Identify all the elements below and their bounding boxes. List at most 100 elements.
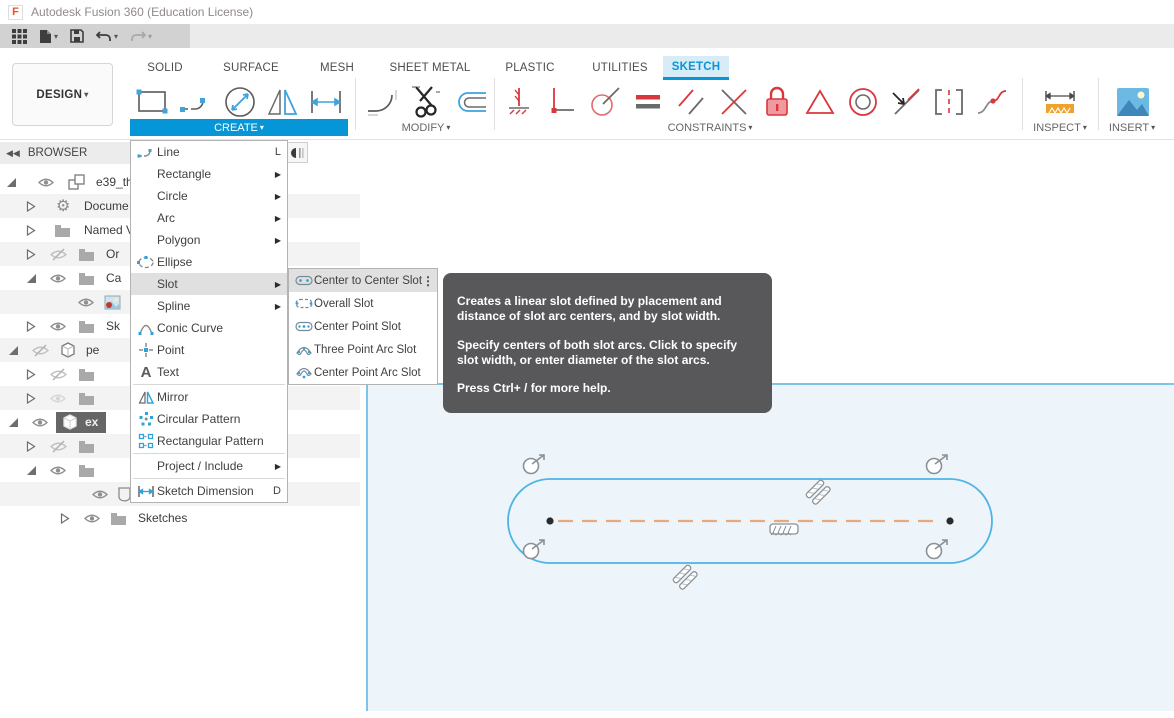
circle-tool-button[interactable] [220, 82, 260, 122]
equal-constraint-button[interactable] [629, 82, 667, 122]
eye-hidden-icon[interactable] [50, 368, 67, 381]
collapsed-triangle-icon[interactable] [26, 441, 36, 452]
menu-item-mirror[interactable]: Mirror [131, 386, 287, 408]
tab-utilities[interactable]: UTILITIES [577, 56, 663, 80]
undo-button[interactable]: ▾ [92, 25, 122, 47]
save-button[interactable] [66, 25, 88, 47]
menu-item-line[interactable]: Line L [131, 141, 287, 163]
eye-dim-icon[interactable] [50, 393, 66, 404]
collapsed-triangle-icon[interactable] [60, 513, 70, 524]
menu-item-slot[interactable]: Slot [131, 273, 287, 295]
mirror-tool-button[interactable] [263, 82, 303, 122]
eye-hidden-icon[interactable] [32, 344, 49, 357]
menu-item-circular-pattern[interactable]: Circular Pattern [131, 408, 287, 430]
collapsed-triangle-icon[interactable] [26, 201, 36, 212]
menu-item-rectangular-pattern[interactable]: Rectangular Pattern [131, 430, 287, 452]
eye-visible-icon[interactable] [50, 465, 66, 476]
create-group-dropdown[interactable]: CREATE ▾ [130, 119, 348, 136]
eye-visible-icon[interactable] [38, 177, 54, 188]
symmetry-constraint-button[interactable] [930, 82, 968, 122]
eye-hidden-icon[interactable] [50, 440, 67, 453]
eye-visible-icon[interactable] [92, 489, 108, 500]
tangent-constraint-badge[interactable] [927, 455, 948, 474]
sketch-viewport[interactable] [366, 383, 1174, 711]
app-grid-icon[interactable] [8, 25, 31, 47]
submenu-item-center-point-slot[interactable]: Center Point Slot [289, 315, 437, 338]
tangent-constraint-badge[interactable] [524, 540, 545, 559]
midpoint-constraint-button[interactable] [801, 82, 839, 122]
browser-item-sketches[interactable]: Sketches [0, 506, 360, 530]
collinear-constraint-button[interactable] [887, 82, 925, 122]
offset-tool-button[interactable] [450, 82, 490, 122]
submenu-item-center-to-center-slot[interactable]: Center to Center Slot ⋮ [289, 269, 437, 292]
expanded-triangle-icon[interactable] [8, 345, 19, 356]
slot-arc-center-right[interactable] [946, 517, 953, 524]
eye-visible-icon[interactable] [50, 321, 66, 332]
fillet-tool-button[interactable] [362, 82, 402, 122]
dimension-tool-button[interactable] [306, 82, 346, 122]
expanded-triangle-icon[interactable] [6, 177, 17, 188]
expanded-triangle-icon[interactable] [8, 417, 19, 428]
parallel-constraint-badge[interactable] [805, 479, 831, 505]
tab-solid[interactable]: SOLID [125, 56, 205, 80]
menu-item-conic-curve[interactable]: Conic Curve [131, 317, 287, 339]
horizontal-vertical-constraint-button[interactable] [543, 82, 581, 122]
rectangle-tool-button[interactable] [132, 82, 172, 122]
insert-image-tool-button[interactable] [1113, 82, 1153, 122]
menu-item-arc[interactable]: Arc [131, 207, 287, 229]
expanded-triangle-icon[interactable] [26, 465, 37, 476]
coincident-constraint-button[interactable] [500, 82, 538, 122]
tangent-constraint-badge[interactable] [524, 455, 545, 474]
parallel-constraint-button[interactable] [672, 82, 710, 122]
tangent-constraint-button[interactable] [586, 82, 624, 122]
trim-tool-button[interactable] [406, 82, 446, 122]
tab-sketch[interactable]: SKETCH [663, 56, 729, 80]
eye-hidden-icon[interactable] [50, 248, 67, 261]
eye-visible-icon[interactable] [84, 513, 100, 524]
tab-sheet-metal[interactable]: SHEET METAL [377, 56, 483, 80]
browser-collapse-icon[interactable]: ◀◀ [6, 148, 20, 159]
perpendicular-constraint-button[interactable] [715, 82, 753, 122]
menu-item-ellipse[interactable]: Ellipse [131, 251, 287, 273]
workspace-selector[interactable]: DESIGN ▾ [12, 63, 113, 126]
submenu-item-three-point-arc-slot[interactable]: Three Point Arc Slot [289, 338, 437, 361]
browser-panel-header[interactable]: ◀◀ BROWSER [0, 142, 132, 164]
submenu-item-overall-slot[interactable]: Overall Slot [289, 292, 437, 315]
menu-item-polygon[interactable]: Polygon [131, 229, 287, 251]
partially-occluded-panel-icon[interactable] [286, 142, 308, 163]
tab-mesh[interactable]: MESH [297, 56, 377, 80]
midline-constraint-badge[interactable] [770, 524, 798, 535]
collapsed-triangle-icon[interactable] [26, 321, 36, 332]
menu-item-project-include[interactable]: Project / Include [131, 455, 287, 477]
menu-item-point[interactable]: Point [131, 339, 287, 361]
eye-visible-icon[interactable] [32, 417, 48, 428]
file-menu-button[interactable]: ▾ [35, 25, 62, 47]
insert-group-dropdown[interactable]: INSERT ▾ [1103, 119, 1161, 136]
measure-tool-button[interactable] [1040, 82, 1080, 122]
expanded-triangle-icon[interactable] [26, 273, 37, 284]
tab-plastic[interactable]: PLASTIC [483, 56, 577, 80]
collapsed-triangle-icon[interactable] [26, 249, 36, 260]
concentric-constraint-button[interactable] [844, 82, 882, 122]
parallel-constraint-badge[interactable] [672, 564, 698, 590]
collapsed-triangle-icon[interactable] [26, 225, 36, 236]
menu-item-text[interactable]: A Text [131, 361, 287, 383]
submenu-item-center-point-arc-slot[interactable]: Center Point Arc Slot [289, 361, 437, 384]
slot-arc-center-left[interactable] [546, 517, 553, 524]
constraints-group-dropdown[interactable]: CONSTRAINTS ▾ [585, 119, 835, 136]
menu-item-rectangle[interactable]: Rectangle [131, 163, 287, 185]
line-tool-button[interactable] [176, 82, 216, 122]
menu-item-circle[interactable]: Circle [131, 185, 287, 207]
curvature-constraint-button[interactable] [973, 82, 1011, 122]
eye-visible-icon[interactable] [50, 273, 66, 284]
eye-visible-icon[interactable] [78, 297, 94, 308]
menu-item-spline[interactable]: Spline [131, 295, 287, 317]
collapsed-triangle-icon[interactable] [26, 393, 36, 404]
options-kebab-icon[interactable]: ⋮ [422, 274, 436, 288]
fix-unfix-constraint-button[interactable] [758, 82, 796, 122]
collapsed-triangle-icon[interactable] [26, 369, 36, 380]
tangent-constraint-badge[interactable] [927, 540, 948, 559]
inspect-group-dropdown[interactable]: INSPECT ▾ [1030, 119, 1090, 136]
tab-surface[interactable]: SURFACE [205, 56, 297, 80]
modify-group-dropdown[interactable]: MODIFY ▾ [362, 119, 490, 136]
